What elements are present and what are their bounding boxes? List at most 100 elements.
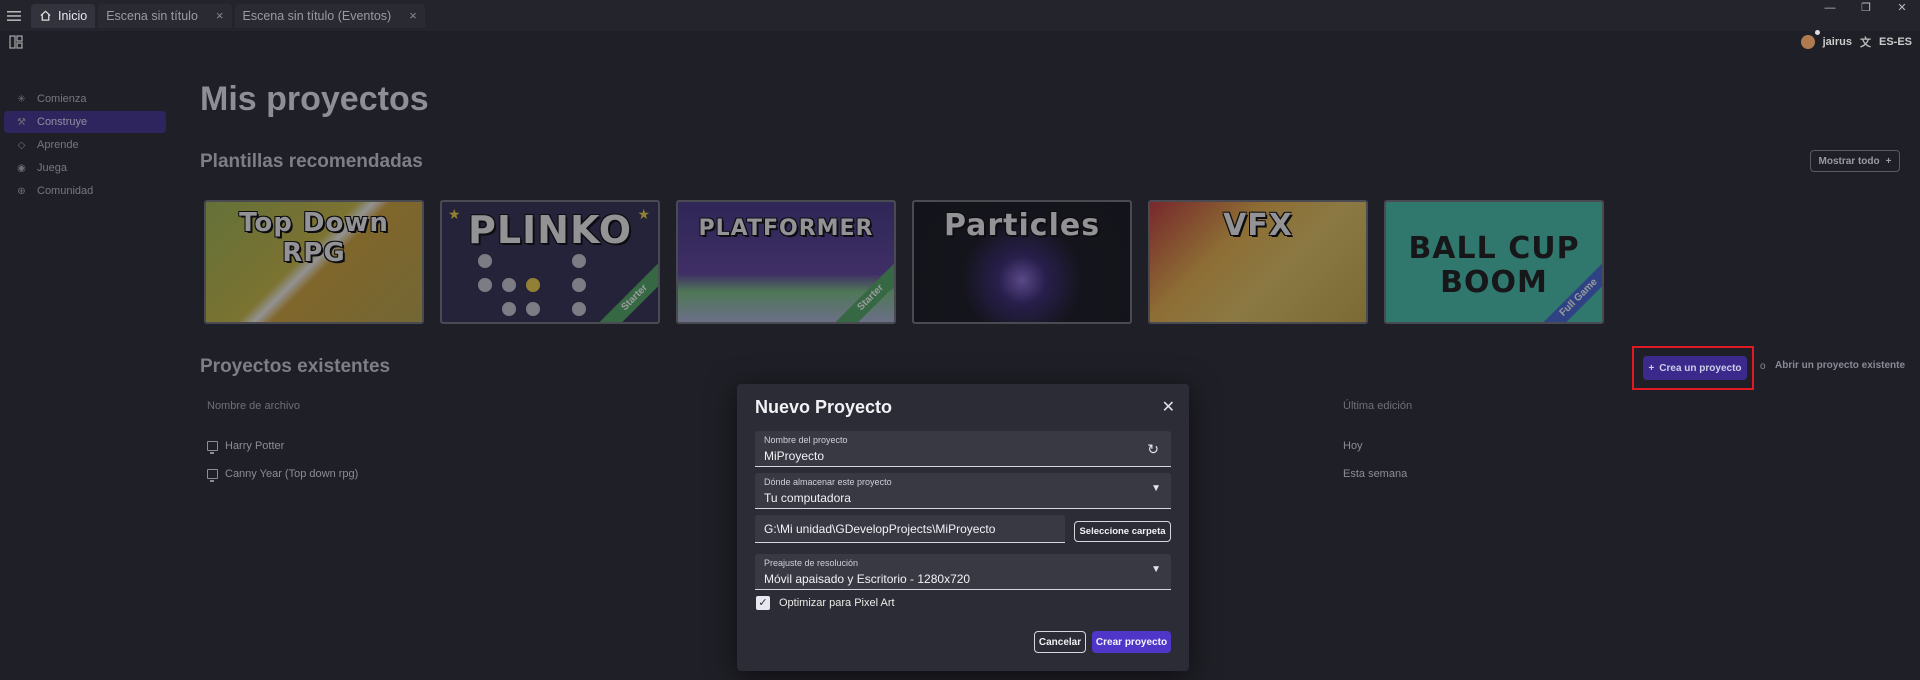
pixel-art-label[interactable]: Optimizar para Pixel Art [779, 597, 895, 609]
sidebar-item-juega[interactable]: ◉ Juega [4, 157, 166, 179]
tab-label: Escena sin título (Eventos) [242, 8, 392, 23]
templates-section-title: Plantillas recomendadas [200, 151, 423, 172]
computer-icon [207, 469, 218, 482]
menu-icon [7, 10, 21, 21]
peg-shape [502, 302, 516, 316]
template-card-vfx[interactable]: VFX [1148, 200, 1368, 324]
caret-down-icon: ▼ [1151, 564, 1161, 575]
tab-label: Escena sin título [106, 8, 198, 23]
panel-layout-icon[interactable] [9, 35, 23, 49]
project-name: Canny Year (Top down rpg) [225, 468, 359, 480]
dialog-title: Nuevo Proyecto [755, 397, 893, 417]
close-tab-icon[interactable]: × [409, 8, 417, 23]
username[interactable]: jairus [1823, 36, 1852, 48]
page-title: Mis proyectos [200, 80, 429, 118]
restore-button[interactable]: ❐ [1848, 0, 1884, 18]
tab-scene-events[interactable]: Escena sin título (Eventos) × [234, 3, 425, 28]
storage-location-value: Tu computadora [764, 491, 851, 505]
tab-scene[interactable]: Escena sin título × [98, 3, 232, 28]
sidebar-item-label: Construye [37, 116, 88, 128]
star-icon: ★ [637, 206, 650, 222]
caret-down-icon: ▼ [1151, 483, 1161, 494]
project-date: Hoy [1343, 440, 1363, 452]
peg-shape [526, 302, 540, 316]
create-project-submit-button[interactable]: Crear proyecto [1092, 631, 1171, 653]
column-header-last-edit[interactable]: Última edición [1343, 400, 1412, 412]
sidebar-item-label: Comunidad [37, 185, 94, 197]
open-existing-project-link[interactable]: Abrir un proyecto existente [1775, 360, 1905, 371]
minimize-button[interactable]: — [1812, 0, 1848, 18]
language-selector[interactable]: ES-ES [1879, 36, 1912, 48]
template-title: VFX [1223, 208, 1293, 243]
refresh-icon[interactable]: ↻ [1147, 441, 1159, 458]
sidebar-item-comienza[interactable]: ✳ Comienza [4, 88, 166, 110]
computer-icon [207, 441, 218, 454]
cancel-button[interactable]: Cancelar [1034, 631, 1086, 653]
plus-icon: + [1648, 362, 1655, 374]
pixel-art-checkbox[interactable]: ✓ [756, 596, 770, 610]
project-row[interactable]: Harry Potter [207, 440, 285, 454]
resolution-preset-value: Móvil apaisado y Escritorio - 1280x720 [764, 572, 971, 586]
tab-inicio[interactable]: Inicio [31, 3, 96, 28]
template-card-top-down-rpg[interactable]: Top Down RPG [204, 200, 424, 324]
highlight-box: + Crea un proyecto [1632, 346, 1754, 390]
globe-icon: ⊕ [17, 185, 26, 197]
template-title-line: BALL CUP [1408, 231, 1580, 266]
project-date: Esta semana [1343, 468, 1408, 480]
project-path-field[interactable]: G:\Mi unidad\GDevelopProjects\MiProyecto [755, 515, 1065, 543]
field-label: Nombre del proyecto [764, 435, 848, 445]
hammer-icon: ⚒ [17, 116, 26, 128]
project-name-field[interactable]: Nombre del proyecto MiProyecto ↻ [755, 431, 1171, 467]
sidebar-item-comunidad[interactable]: ⊕ Comunidad [4, 180, 166, 202]
sidebar: ✳ Comienza ⚒ Construye ◇ Aprende ◉ Juega… [4, 88, 166, 203]
column-header-file-name[interactable]: Nombre de archivo [207, 400, 300, 412]
template-card-plinko[interactable]: PLINKO ★ ★ Starter [440, 200, 660, 324]
close-icon[interactable]: ✕ [1162, 397, 1175, 417]
sidebar-item-label: Aprende [37, 139, 79, 151]
secondary-toolbar: jairus 文 ES-ES [0, 30, 1920, 53]
plus-icon: + [1885, 155, 1892, 167]
create-project-button[interactable]: + Crea un proyecto [1643, 356, 1747, 380]
peg-shape [526, 278, 540, 292]
field-label: Dónde almacenar este proyecto [764, 477, 892, 487]
select-folder-button[interactable]: Seleccione carpeta [1074, 521, 1171, 542]
peg-shape [572, 254, 586, 268]
sidebar-item-aprende[interactable]: ◇ Aprende [4, 134, 166, 156]
peg-shape [478, 254, 492, 268]
template-list: Top Down RPG PLINKO ★ ★ Starter PLATFORM… [204, 200, 1604, 324]
avatar[interactable] [1800, 30, 1820, 49]
template-ribbon: Starter [597, 260, 658, 322]
template-card-particles[interactable]: Particles [912, 200, 1132, 324]
field-label: Preajuste de resolución [764, 558, 859, 568]
graduation-cap-icon: ◇ [17, 139, 26, 151]
template-title: BALL CUP BOOM [1386, 232, 1602, 300]
resolution-preset-select[interactable]: Preajuste de resolución Móvil apaisado y… [755, 554, 1171, 590]
window-controls: — ❐ ✕ [1812, 0, 1920, 18]
project-name-input[interactable]: MiProyecto [764, 449, 824, 463]
title-bar: Inicio Escena sin título × Escena sin tí… [0, 0, 1920, 31]
template-title: Top Down RPG [239, 208, 389, 268]
sidebar-item-label: Comienza [37, 93, 87, 105]
show-all-button[interactable]: Mostrar todo + [1810, 150, 1900, 172]
hamburger-menu-button[interactable] [0, 0, 28, 31]
template-title: PLATFORMER [698, 216, 874, 241]
translate-icon: 文 [1859, 37, 1871, 49]
template-card-ball-cup-boom[interactable]: BALL CUP BOOM Full Game [1384, 200, 1604, 324]
star-icon: ★ [448, 206, 461, 222]
template-title: PLINKO [467, 208, 633, 252]
tab-label: Inicio [58, 8, 88, 23]
create-project-label: Crea un proyecto [1659, 362, 1742, 374]
close-window-button[interactable]: ✕ [1884, 0, 1920, 18]
or-text: o [1760, 361, 1766, 372]
project-row[interactable]: Canny Year (Top down rpg) [207, 468, 359, 482]
sidebar-item-construye[interactable]: ⚒ Construye [4, 111, 166, 133]
template-card-platformer[interactable]: PLATFORMER Starter [676, 200, 896, 324]
peg-shape [478, 278, 492, 292]
user-area: jairus 文 ES-ES [1800, 30, 1912, 50]
close-tab-icon[interactable]: × [216, 8, 224, 23]
project-path-input[interactable]: G:\Mi unidad\GDevelopProjects\MiProyecto [764, 522, 995, 536]
project-name: Harry Potter [225, 440, 285, 452]
storage-location-select[interactable]: Dónde almacenar este proyecto Tu computa… [755, 473, 1171, 509]
template-title: Particles [943, 208, 1101, 243]
peg-shape [502, 278, 516, 292]
